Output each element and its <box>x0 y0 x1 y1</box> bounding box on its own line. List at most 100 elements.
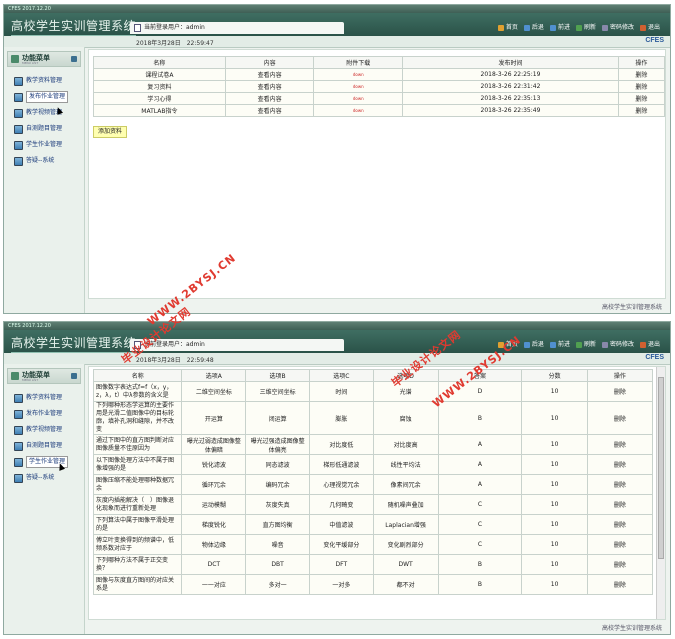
option-d-cell: 线性平均法 <box>372 454 439 475</box>
refresh-button[interactable]: 刷新 <box>575 340 596 350</box>
question-cell: 图像与灰度直方图间的对应关系是 <box>92 574 183 595</box>
view-content-link[interactable]: 查看内容 <box>224 104 315 117</box>
download-link[interactable]: down <box>353 96 364 101</box>
question-cell: 傅立叶变换得到的频谱中，低频系数对应于 <box>92 534 183 555</box>
delete-link[interactable]: 删除 <box>586 494 654 515</box>
window-caption: CFES 2017.12.20 <box>4 322 670 330</box>
answer-cell: A <box>437 474 523 495</box>
delete-link[interactable]: 删除 <box>586 434 654 455</box>
option-b-cell: 三维空间坐标 <box>245 381 310 402</box>
menu-header: 功能菜单 MENU LIST <box>7 368 81 384</box>
option-c-cell: 膨胀 <box>308 401 374 435</box>
back-button[interactable]: 后退 <box>523 23 544 33</box>
refresh-icon <box>575 25 582 31</box>
delete-link[interactable]: 删除 <box>586 534 654 555</box>
menu-header: 功能菜单 MENU LIST <box>7 51 81 67</box>
delete-link[interactable]: 删除 <box>586 381 654 402</box>
delete-link[interactable]: 删除 <box>586 514 654 535</box>
sidebar-item-teaching-materials[interactable]: 教学资料管理 <box>14 73 84 89</box>
sidebar-item-self-test[interactable]: 自测题目管理 <box>14 121 84 137</box>
delete-link[interactable]: 删除 <box>617 104 666 117</box>
forward-arrow-icon <box>549 342 556 348</box>
add-material-button[interactable]: 添加资料 <box>93 126 128 138</box>
forward-button[interactable]: 前进 <box>549 340 570 350</box>
toolbar: 首页 后退 前进 刷新 密码修改 退出 <box>497 23 660 33</box>
collapse-icon[interactable] <box>71 56 77 62</box>
current-date: 2018年3月28日 22:59:48 <box>136 357 214 364</box>
table-row: 下列哪种方法不属于正交变换？ DCT DBT DFT DWT B 10 删除 <box>92 554 654 575</box>
table-row: 学习心得 查看内容 down 2018-3-26 22:35:13 删除 <box>93 92 666 105</box>
delete-link[interactable]: 删除 <box>617 68 666 81</box>
download-link[interactable]: down <box>353 108 364 113</box>
option-b-cell: DBT <box>245 554 310 575</box>
question-cell: 灰度内插能解决（ ）图像退化现象而进行重新处理 <box>92 494 183 515</box>
folder-icon <box>14 92 23 102</box>
collapse-icon[interactable] <box>71 373 77 379</box>
delete-link[interactable]: 删除 <box>617 92 666 105</box>
option-b-cell: 灰度失真 <box>245 494 310 515</box>
refresh-button[interactable]: 刷新 <box>575 23 596 33</box>
delete-link[interactable]: 删除 <box>586 574 654 595</box>
current-date: 2018年3月28日 22:59:47 <box>136 40 214 47</box>
exit-icon <box>639 25 646 31</box>
option-d-cell: 像素间冗余 <box>372 474 439 495</box>
folder-icon <box>14 473 23 483</box>
change-password-button[interactable]: 密码修改 <box>601 340 634 350</box>
scrollbar-thumb[interactable] <box>658 377 664 559</box>
sidebar-item-publish-homework[interactable]: 发布作业管理 <box>14 89 84 105</box>
sidebar-item-student-homework[interactable]: 学生作业管理 <box>14 454 84 470</box>
score-cell: 10 <box>521 534 588 555</box>
screenshot-window-2: CFES 2017.12.20 高校学生实训管理系统 当前登录用户：admin … <box>3 321 671 635</box>
delete-link[interactable]: 删除 <box>617 80 666 93</box>
option-a-cell: 曝光过弱造成图像整体偏暗 <box>181 434 247 455</box>
delete-link[interactable]: 删除 <box>586 454 654 475</box>
answer-cell: B <box>437 574 523 595</box>
folder-icon <box>14 425 23 435</box>
sidebar-item-teaching-video[interactable]: 教学视频管理 <box>14 422 84 438</box>
forward-button[interactable]: 前进 <box>549 23 570 33</box>
view-content-link[interactable]: 查看内容 <box>224 92 315 105</box>
score-cell: 10 <box>521 514 588 535</box>
sidebar-item-publish-homework[interactable]: 发布作业管理 <box>14 406 84 422</box>
sidebar-item-self-test[interactable]: 自测题目管理 <box>14 438 84 454</box>
vertical-scrollbar[interactable] <box>656 367 665 619</box>
score-cell: 10 <box>521 554 588 575</box>
sidebar-item-teaching-video[interactable]: 教学视频管理 <box>14 105 84 121</box>
view-content-link[interactable]: 查看内容 <box>224 68 315 81</box>
sidebar-item-qa[interactable]: 答疑--系统 <box>14 470 84 486</box>
main-content: 名称 内容 附件下载 发布时间 操作 课程试卷A 查看内容 down 2018-… <box>88 49 666 299</box>
download-link[interactable]: down <box>353 84 364 89</box>
exit-icon <box>639 342 646 348</box>
col-content: 内容 <box>224 56 315 69</box>
banner: 高校学生实训管理系统 当前登录用户：admin 首页 后退 前进 刷新 密码修改… <box>4 330 670 354</box>
option-d-cell: Laplacian增强 <box>372 514 439 535</box>
option-a-cell: 二维空间坐标 <box>181 381 247 402</box>
logout-button[interactable]: 退出 <box>639 23 660 33</box>
col-operation: 操作 <box>586 369 654 382</box>
option-a-cell: DCT <box>181 554 247 575</box>
folder-icon <box>14 76 23 86</box>
col-operation: 操作 <box>617 56 666 69</box>
delete-link[interactable]: 删除 <box>586 401 654 435</box>
change-password-button[interactable]: 密码修改 <box>601 23 634 33</box>
back-button[interactable]: 后退 <box>523 340 544 350</box>
answer-cell: B <box>437 554 523 575</box>
logout-button[interactable]: 退出 <box>639 340 660 350</box>
option-d-cell: 对比度高 <box>372 434 439 455</box>
delete-link[interactable]: 删除 <box>586 554 654 575</box>
question-cell: 下列哪种形态学运算的主要作用是光滑二值图像中的目标轮廓，填补孔洞和缝隙，并不改变 <box>92 401 183 435</box>
sidebar-item-teaching-materials[interactable]: 教学资料管理 <box>14 390 84 406</box>
score-cell: 10 <box>521 494 588 515</box>
download-link[interactable]: down <box>353 72 364 77</box>
sidebar-item-qa[interactable]: 答疑--系统 <box>14 153 84 169</box>
materials-table: 名称 内容 附件下载 发布时间 操作 课程试卷A 查看内容 down 2018-… <box>93 56 666 117</box>
sidebar: 功能菜单 MENU LIST 教学资料管理 发布作业管理 教学视频管理 自测题目… <box>4 47 85 313</box>
delete-link[interactable]: 删除 <box>586 474 654 495</box>
key-icon <box>601 342 608 348</box>
home-button[interactable]: 首页 <box>497 23 518 33</box>
sidebar-item-student-homework[interactable]: 学生作业管理 <box>14 137 84 153</box>
footer-text: 高校学生实训管理系统 <box>601 625 662 632</box>
brand-logo: CFES <box>645 354 664 361</box>
table-row: 下列哪种形态学运算的主要作用是光滑二值图像中的目标轮廓，填补孔洞和缝隙，并不改变… <box>92 401 654 435</box>
view-content-link[interactable]: 查看内容 <box>224 80 315 93</box>
